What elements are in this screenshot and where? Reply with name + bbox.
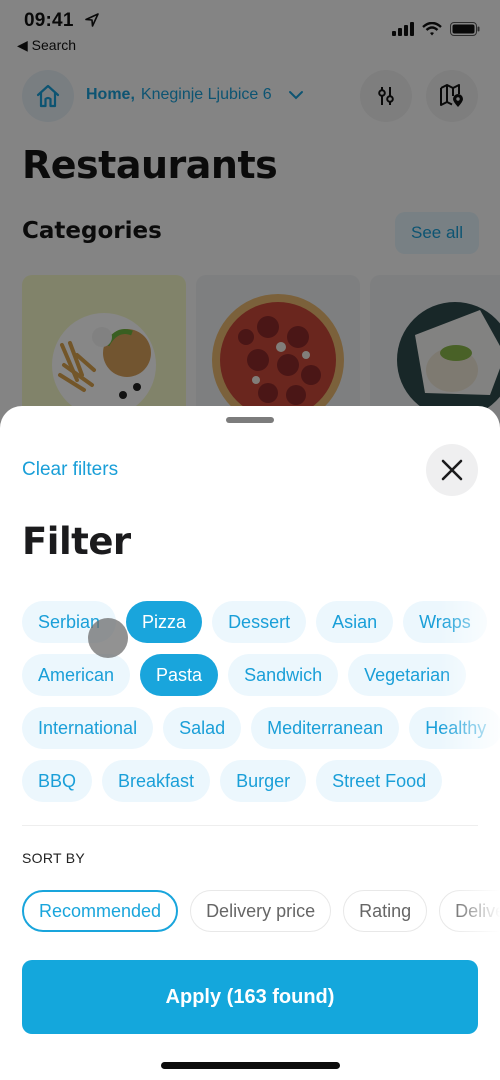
chip-pasta[interactable]: Pasta bbox=[140, 654, 219, 696]
chip-dessert[interactable]: Dessert bbox=[212, 601, 307, 643]
chip-burger[interactable]: Burger bbox=[220, 760, 307, 802]
chip-vegetarian[interactable]: Vegetarian bbox=[348, 654, 467, 696]
chip-asian[interactable]: Asian bbox=[316, 601, 394, 643]
chip-pizza[interactable]: Pizza bbox=[126, 601, 203, 643]
chip-breakfast[interactable]: Breakfast bbox=[102, 760, 211, 802]
chip-international[interactable]: International bbox=[22, 707, 154, 749]
chip-american[interactable]: American bbox=[22, 654, 131, 696]
apply-button[interactable]: Apply (163 found) bbox=[22, 960, 478, 1034]
chip-salad[interactable]: Salad bbox=[163, 707, 242, 749]
divider bbox=[22, 825, 478, 826]
chip-wraps[interactable]: Wraps bbox=[403, 601, 487, 643]
sort-scroll-fade bbox=[450, 884, 500, 938]
sort-recommended[interactable]: Recommended bbox=[22, 890, 179, 932]
chip-street-food[interactable]: Street Food bbox=[316, 760, 443, 802]
filter-sheet: Clear filters Filter Serbian Pizza Desse… bbox=[0, 406, 500, 1080]
close-button[interactable] bbox=[426, 444, 478, 496]
home-indicator bbox=[161, 1062, 340, 1069]
category-chips: Serbian Pizza Dessert Asian Wraps Americ… bbox=[0, 601, 500, 811]
sheet-grabber[interactable] bbox=[226, 417, 274, 423]
chip-row: American Pasta Sandwich Vegetarian bbox=[22, 654, 467, 696]
filter-title: Filter bbox=[22, 520, 131, 563]
chip-sandwich[interactable]: Sandwich bbox=[228, 654, 339, 696]
chip-bbq[interactable]: BBQ bbox=[22, 760, 93, 802]
touch-indicator bbox=[88, 618, 128, 658]
sort-by-label: SORT BY bbox=[22, 850, 86, 866]
sort-options: Recommended Delivery price Rating Delive… bbox=[22, 890, 500, 932]
chip-row: BBQ Breakfast Burger Street Food bbox=[22, 760, 443, 802]
chip-mediterranean[interactable]: Mediterranean bbox=[251, 707, 400, 749]
chip-row: International Salad Mediterranean Health… bbox=[22, 707, 500, 749]
sort-delivery-price[interactable]: Delivery price bbox=[190, 890, 332, 932]
clear-filters-button[interactable]: Clear filters bbox=[22, 459, 118, 481]
chip-healthy[interactable]: Healthy bbox=[409, 707, 500, 749]
sort-rating[interactable]: Rating bbox=[343, 890, 428, 932]
close-icon bbox=[441, 459, 463, 481]
